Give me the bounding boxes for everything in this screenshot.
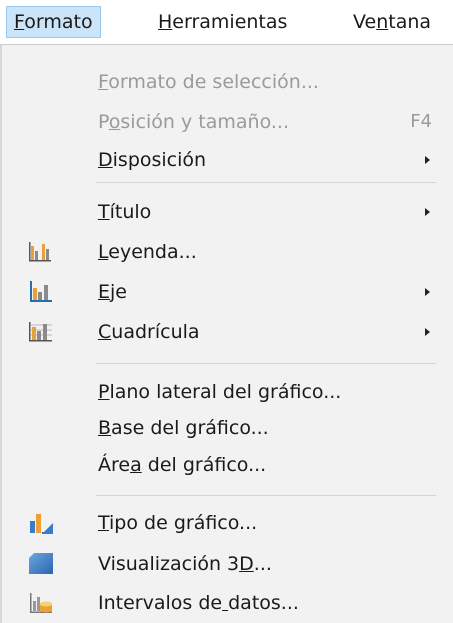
menu-item-visualizacion-3d[interactable]: Visualización 3D... xyxy=(2,544,442,584)
menu-item-accelerator: F4 xyxy=(410,111,432,132)
submenu-arrow-icon xyxy=(425,328,430,336)
menu-item-label: Intervalos de datos... xyxy=(98,592,299,614)
menu-item-label: Visualización 3D... xyxy=(98,553,272,575)
menu-item-label: Formato de selección... xyxy=(98,71,319,93)
menu-item-label: Título xyxy=(98,201,152,223)
menu-item-eje[interactable]: Eje xyxy=(2,272,442,312)
menu-ventana[interactable]: Ventana xyxy=(346,6,438,38)
menu-item-intervalos-datos[interactable]: Intervalos de datos... xyxy=(2,583,442,623)
view-3d-icon xyxy=(29,553,53,574)
menu-item-label: Eje xyxy=(98,281,127,303)
menu-item-label: Base del gráfico... xyxy=(98,417,269,439)
menu-formato[interactable]: Formato xyxy=(6,6,101,38)
menu-item-tipo-grafico[interactable]: Tipo de gráfico... xyxy=(2,503,442,543)
menu-herramientas[interactable]: Herramientas xyxy=(151,6,294,38)
menu-item-base-grafico[interactable]: Base del gráfico... xyxy=(2,408,442,448)
submenu-arrow-icon xyxy=(425,208,430,216)
formato-dropdown-menu: Formato de selección... Posición y tamañ… xyxy=(0,44,453,623)
axis-chart-icon xyxy=(30,281,52,302)
menu-separator xyxy=(96,495,436,496)
chart-type-icon xyxy=(30,514,53,534)
grid-chart-icon xyxy=(29,322,52,342)
menu-item-label: Cuadrícula xyxy=(98,321,200,343)
menu-item-posicion-tamano[interactable]: Posición y tamaño... F4 xyxy=(2,102,442,142)
menu-item-label: Leyenda... xyxy=(98,241,197,263)
menu-item-plano-lateral[interactable]: Plano lateral del gráfico... xyxy=(2,372,442,412)
legend-chart-icon xyxy=(29,242,51,262)
menu-item-disposicion[interactable]: Disposición xyxy=(2,140,442,180)
menu-item-label: Plano lateral del gráfico... xyxy=(98,381,342,403)
menu-item-label: Disposición xyxy=(98,149,207,171)
submenu-arrow-icon xyxy=(425,156,430,164)
menu-item-area-grafico[interactable]: Área del gráfico... xyxy=(2,445,442,485)
submenu-arrow-icon xyxy=(425,288,430,296)
menu-item-titulo[interactable]: Título xyxy=(2,192,442,232)
menu-item-label: Posición y tamaño... xyxy=(98,111,289,133)
menu-separator xyxy=(96,363,436,364)
menu-item-label: Área del gráfico... xyxy=(98,454,267,476)
menu-separator xyxy=(96,182,436,183)
menu-item-label: Tipo de gráfico... xyxy=(98,512,258,534)
menu-item-formato-seleccion[interactable]: Formato de selección... xyxy=(2,62,442,102)
menu-item-cuadricula[interactable]: Cuadrícula xyxy=(2,312,442,352)
data-ranges-icon xyxy=(30,593,52,613)
menu-bar: Formato Herramientas Ventana xyxy=(0,0,453,44)
menu-item-leyenda[interactable]: Leyenda... xyxy=(2,232,442,272)
